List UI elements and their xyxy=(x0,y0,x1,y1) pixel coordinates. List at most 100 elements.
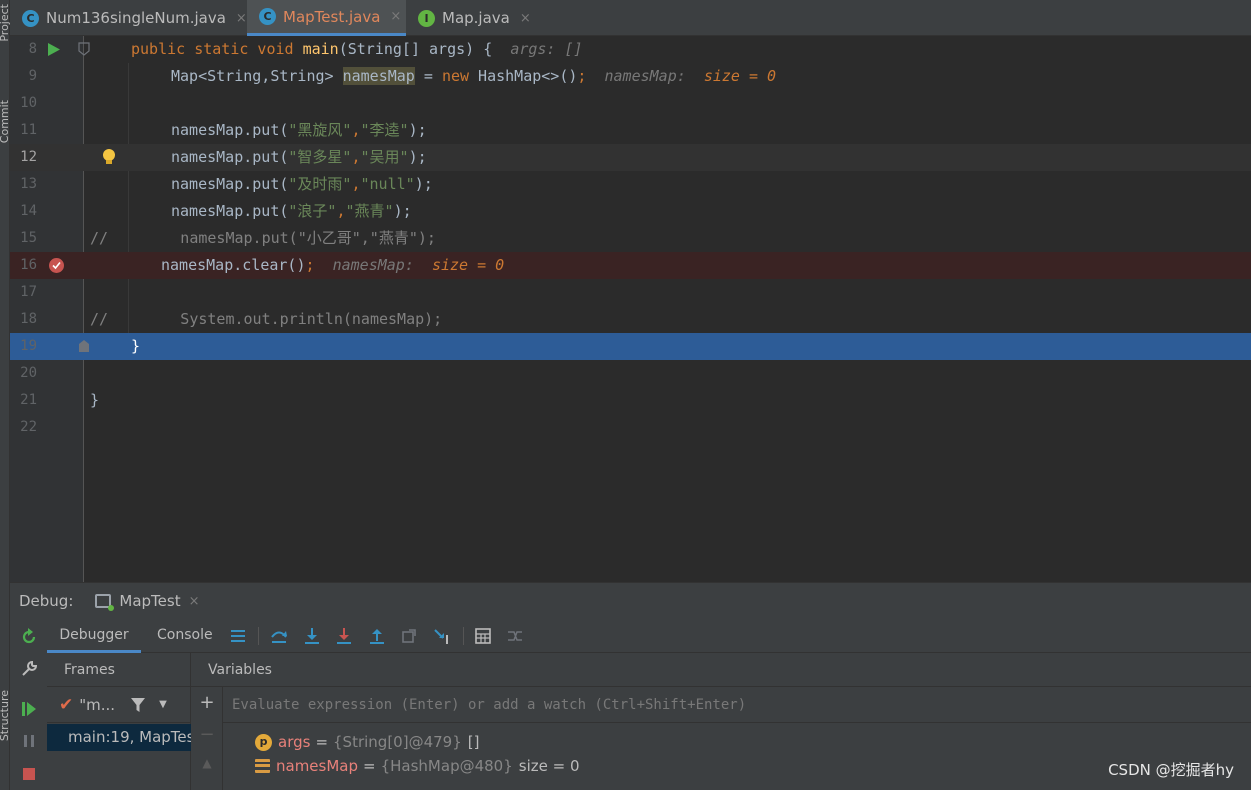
inline-debug-hint: namesMap: xyxy=(332,256,414,274)
wrench-icon[interactable] xyxy=(20,660,38,678)
code-line-9[interactable]: 9 Map<String,String> namesMap = new Hash… xyxy=(10,63,1251,90)
inline-debug-hint: namesMap: xyxy=(604,67,686,85)
string-literal: "李逵" xyxy=(360,121,409,139)
code-token: namesMap.clear() xyxy=(161,256,306,274)
code-line-13[interactable]: 13 namesMap.put("及时雨","null"); xyxy=(10,171,1251,198)
run-icon[interactable] xyxy=(48,43,60,56)
filter-icon[interactable] xyxy=(131,697,146,712)
line-number: 9 xyxy=(28,68,37,84)
step-out-icon[interactable] xyxy=(368,627,386,645)
add-watch-icon[interactable]: + xyxy=(199,692,215,713)
code-token: HashMap<>() xyxy=(469,67,578,85)
code-token: namesMap.put( xyxy=(171,175,289,193)
class-icon: C xyxy=(259,8,276,25)
code-token: Map<String,String> xyxy=(171,67,343,85)
tab-map[interactable]: I Map.java × xyxy=(406,0,534,36)
code-line-15[interactable]: 15 // namesMap.put("小乙哥","燕青"); xyxy=(10,225,1251,252)
code-comment: // System.out.println(namesMap); xyxy=(90,310,443,328)
code-line-17[interactable]: 17 xyxy=(10,279,1251,306)
variable-equals: = xyxy=(363,757,376,775)
code-token: new xyxy=(441,67,470,85)
code-line-11[interactable]: 11 namesMap.put("黑旋风","李逵"); xyxy=(10,117,1251,144)
code-token: main xyxy=(302,40,339,58)
line-number: 13 xyxy=(20,176,37,192)
force-step-into-icon[interactable] xyxy=(335,627,353,645)
line-number: 11 xyxy=(20,122,37,138)
left-tool-strip: Project Commit Structure xyxy=(0,0,11,790)
tab-console[interactable]: Console xyxy=(157,619,213,653)
thread-selector[interactable]: ✔ "m... ▼ xyxy=(47,687,191,723)
move-up-icon[interactable]: ▲ xyxy=(199,756,215,770)
step-into-icon[interactable] xyxy=(303,627,321,645)
close-icon[interactable]: × xyxy=(236,11,247,26)
stack-frame-row[interactable]: main:19, MapTest xyxy=(47,724,191,751)
evaluate-expression-field[interactable] xyxy=(223,687,1251,723)
line-number: 14 xyxy=(20,203,37,219)
code-line-16[interactable]: 16 namesMap.clear(); namesMap: size = 0 xyxy=(10,252,1251,279)
fold-icon[interactable] xyxy=(78,339,90,353)
parameter-icon: p xyxy=(255,733,272,751)
tab-num136singlenum[interactable]: C Num136singleNum.java × xyxy=(10,0,247,36)
line-number: 18 xyxy=(20,311,37,327)
code-line-19-execution-point[interactable]: 19 } xyxy=(10,333,1251,360)
code-token: , xyxy=(351,175,361,193)
remove-watch-icon[interactable]: − xyxy=(199,724,215,745)
code-token: ); xyxy=(414,175,433,193)
variable-row-namesmap[interactable]: namesMap = {HashMap@480} size = 0 xyxy=(255,754,580,778)
line-number: 10 xyxy=(20,95,37,111)
run-config-icon xyxy=(95,594,115,611)
variable-row-args[interactable]: p args = {String[0]@479} [] xyxy=(255,730,479,754)
debug-tool-window: Debug: MapTest × Debugger Console Frames… xyxy=(10,582,1251,790)
fold-icon[interactable] xyxy=(78,42,90,56)
rerun-icon[interactable] xyxy=(20,628,38,646)
close-icon[interactable]: × xyxy=(189,594,200,609)
code-token: namesMap.put( xyxy=(171,148,289,166)
code-line-21[interactable]: 21 } xyxy=(10,387,1251,414)
line-number: 17 xyxy=(20,284,37,300)
code-line-14[interactable]: 14 namesMap.put("浪子","燕青"); xyxy=(10,198,1251,225)
code-editor[interactable]: 8 public static void main(String[] args)… xyxy=(10,36,1251,582)
code-token: ); xyxy=(393,202,412,220)
interface-icon: I xyxy=(418,9,435,27)
code-line-18[interactable]: 18 // System.out.println(namesMap); xyxy=(10,306,1251,333)
close-icon[interactable]: × xyxy=(520,11,531,26)
watermark: CSDN @挖掘者hy xyxy=(1108,761,1234,779)
string-literal: "null" xyxy=(360,175,415,193)
variable-name: namesMap xyxy=(276,757,359,775)
variables-panel: Variables + − ▲ p args = {String[0]@479}… xyxy=(191,653,1251,790)
code-line-22[interactable]: 22 xyxy=(10,414,1251,441)
variable-ref: {HashMap@480} xyxy=(380,757,513,775)
drop-frame-icon[interactable] xyxy=(400,627,418,645)
watch-input[interactable] xyxy=(223,687,1251,722)
tab-debugger[interactable]: Debugger xyxy=(47,619,141,653)
debug-side-toolbar xyxy=(10,619,47,790)
show-execution-point-icon[interactable] xyxy=(229,627,247,645)
line-number: 16 xyxy=(20,257,37,273)
pause-icon[interactable] xyxy=(20,732,38,750)
variable-value: size = 0 xyxy=(518,757,580,775)
code-token: ); xyxy=(408,121,427,139)
breakpoint-icon[interactable] xyxy=(48,257,65,274)
resume-icon[interactable] xyxy=(20,700,38,718)
step-over-icon[interactable] xyxy=(270,627,288,645)
line-number: 12 xyxy=(20,149,37,165)
close-icon[interactable]: × xyxy=(390,9,401,24)
tab-maptest[interactable]: C MapTest.java × xyxy=(247,0,406,36)
toolbar-separator xyxy=(463,627,464,645)
line-number: 8 xyxy=(28,41,37,57)
line-number: 20 xyxy=(20,365,37,381)
code-line-8[interactable]: 8 public static void main(String[] args)… xyxy=(10,36,1251,63)
code-token: (String[] args) { xyxy=(338,40,493,58)
chevron-down-icon[interactable]: ▼ xyxy=(159,699,167,710)
run-to-cursor-icon[interactable] xyxy=(433,627,451,645)
code-line-12[interactable]: 12 namesMap.put("智多星","吴用"); xyxy=(10,144,1251,171)
trace-current-stream-icon[interactable] xyxy=(506,627,524,645)
debug-config-tab[interactable]: MapTest × xyxy=(95,592,200,611)
lightbulb-icon[interactable] xyxy=(102,148,116,166)
evaluate-expression-icon[interactable] xyxy=(474,627,492,645)
code-line-10[interactable]: 10 xyxy=(10,90,1251,117)
frames-header: Frames xyxy=(47,653,191,687)
code-line-20[interactable]: 20 xyxy=(10,360,1251,387)
variable-value: [] xyxy=(467,733,480,751)
stop-icon[interactable] xyxy=(20,765,38,783)
